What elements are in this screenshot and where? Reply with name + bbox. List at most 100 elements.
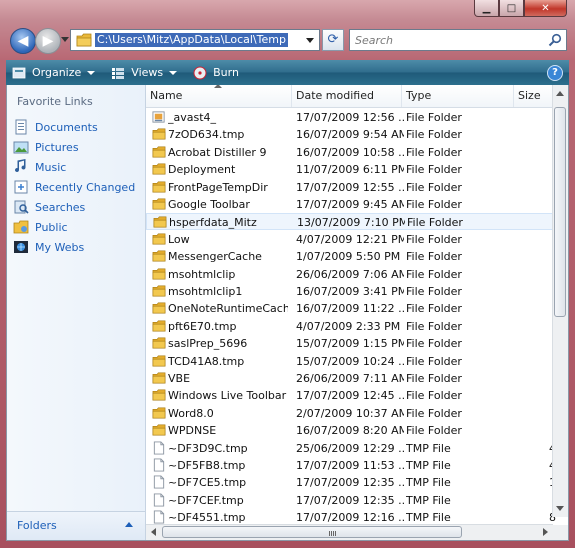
- maximize-button[interactable]: □: [499, 0, 524, 17]
- search-input[interactable]: Search: [349, 29, 567, 51]
- nav-item-music[interactable]: Music: [13, 157, 135, 177]
- scroll-left-icon[interactable]: [151, 528, 156, 536]
- file-row[interactable]: 7zOD634.tmp 16/07/2009 9:54 AM File Folder: [146, 126, 556, 143]
- file-name: ~DF7CE5.tmp: [168, 476, 247, 490]
- column-header-type[interactable]: Type: [402, 85, 514, 107]
- folder-icon: [76, 33, 92, 47]
- folder-icon: [152, 372, 166, 384]
- nav-item-public[interactable]: Public: [13, 217, 135, 237]
- file-row[interactable]: OneNoteRuntimeCache 16/07/2009 11:22 ... F…: [146, 300, 556, 317]
- file-type: File Folder: [406, 319, 462, 333]
- file-row[interactable]: pft6E70.tmp 4/07/2009 2:33 PM File Folder: [146, 318, 556, 335]
- file-row[interactable]: ~DF7CEF.tmp 17/07/2009 12:35 ... TMP File: [146, 492, 556, 509]
- burn-button[interactable]: Burn: [187, 60, 245, 85]
- address-path[interactable]: C:\Users\Mitz\AppData\Local\Temp: [95, 33, 288, 47]
- folder-icon: [152, 389, 166, 401]
- folder-icon: [152, 285, 166, 297]
- folder-icon: [152, 268, 166, 280]
- file-name: Windows Live Toolbar: [168, 389, 287, 403]
- scroll-right-icon[interactable]: [543, 528, 548, 536]
- file-size: 1: [522, 475, 556, 491]
- file-row[interactable]: msohtmlclip 26/06/2009 7:06 AM File Folder: [146, 266, 556, 283]
- file-row[interactable]: VBE 26/06/2009 7:11 AM File Folder: [146, 370, 556, 387]
- back-button[interactable]: ◀: [10, 28, 36, 54]
- vertical-scroll-thumb[interactable]: [554, 107, 566, 317]
- file-row[interactable]: FrontPageTempDir 17/07/2009 12:55 ... File…: [146, 179, 556, 196]
- search-icon[interactable]: [548, 33, 562, 47]
- minimize-button[interactable]: ▁: [474, 0, 499, 17]
- file-row[interactable]: Google Toolbar 17/07/2009 9:45 AM File Fol…: [146, 196, 556, 213]
- file-row[interactable]: Acrobat Distiller 9 16/07/2009 10:58 ... F…: [146, 144, 556, 161]
- scroll-up-icon[interactable]: [556, 91, 564, 96]
- nav-item-documents[interactable]: Documents: [13, 117, 135, 137]
- file-type: File Folder: [406, 372, 462, 385]
- file-type: File Folder: [407, 216, 463, 230]
- column-header-date[interactable]: Date modified: [292, 85, 402, 107]
- views-label: Views: [131, 66, 164, 79]
- file-row[interactable]: ~DF3D9C.tmp 25/06/2009 12:29 ...TMP File 4: [146, 440, 556, 457]
- file-row[interactable]: saslPrep_5696 15/07/2009 1:15 PM File Fold…: [146, 335, 556, 352]
- file-date-modified: 16/07/2009 10:58 ...: [296, 145, 404, 159]
- file-size: [522, 336, 556, 352]
- refresh-button[interactable]: ⟳: [322, 29, 344, 51]
- address-dropdown-button[interactable]: [302, 31, 318, 49]
- file-name: OneNoteRuntimeCache: [168, 302, 288, 316]
- nav-item-my-webs[interactable]: My Webs: [13, 237, 135, 257]
- folder-icon: [152, 302, 166, 314]
- file-row[interactable]: TCD41A8.tmp 15/07/2009 10:24 ... File Fold…: [146, 353, 556, 370]
- my-webs-icon: [14, 241, 28, 253]
- file-name: hsperfdata_Mitz: [169, 216, 257, 230]
- file-size: [522, 354, 556, 370]
- folder-icon: [152, 128, 166, 140]
- file-size: [522, 284, 556, 300]
- file-row[interactable]: Deployment 11/07/2009 6:11 PM File Folder: [146, 161, 556, 178]
- favorite-links-list: Documents Pictures Music Recently Change…: [13, 117, 135, 257]
- file-size: [522, 180, 556, 196]
- file-type: TMP File: [406, 459, 451, 472]
- close-button[interactable]: ✕: [524, 0, 567, 17]
- folders-toggle[interactable]: Folders: [7, 511, 145, 540]
- file-name: 7zOD634.tmp: [168, 128, 245, 142]
- file-name: TCD41A8.tmp: [168, 354, 245, 368]
- folder-icon: [152, 198, 166, 210]
- file-row[interactable]: ~DF7CE5.tmp 17/07/2009 12:35 ...TMP File 1: [146, 474, 556, 491]
- file-date-modified: 17/07/2009 12:45 ...: [296, 389, 404, 403]
- file-date-modified: 15/07/2009 1:15 PM: [296, 337, 404, 351]
- file-name: _avast4_: [168, 111, 217, 124]
- chevron-down-icon: [169, 70, 178, 75]
- nav-item-label: Music: [35, 160, 67, 174]
- recent-pages-dropdown[interactable]: [61, 37, 69, 42]
- vertical-scrollbar[interactable]: [552, 85, 568, 517]
- file-row[interactable]: WPDNSE 16/07/2009 8:20 AM File Folder: [146, 422, 556, 439]
- views-button[interactable]: Views: [105, 60, 183, 85]
- horizontal-scroll-thumb[interactable]: [162, 526, 462, 538]
- scroll-down-icon[interactable]: [556, 506, 564, 511]
- column-header-name[interactable]: Name: [146, 85, 292, 107]
- favorite-links-heading: Favorite Links: [17, 95, 93, 108]
- file-row[interactable]: Windows Live Toolbar 17/07/2009 12:45 ...…: [146, 387, 556, 404]
- nav-item-searches[interactable]: Searches: [13, 197, 135, 217]
- file-row[interactable]: MessengerCache 1/07/2009 5:50 PM File Fold…: [146, 248, 556, 265]
- file-type: TMP File: [406, 493, 451, 507]
- organize-button[interactable]: Organize: [6, 60, 101, 85]
- column-header-size[interactable]: Size: [514, 85, 556, 107]
- nav-item-pictures[interactable]: Pictures: [13, 137, 135, 157]
- folder-icon: [152, 146, 166, 158]
- address-bar[interactable]: C:\Users\Mitz\AppData\Local\Temp: [70, 29, 320, 51]
- file-row[interactable]: Low 4/07/2009 12:21 PM File Folder: [146, 231, 556, 248]
- file-row[interactable]: hsperfdata_Mitz 13/07/2009 7:10 PM File Fo…: [146, 213, 556, 231]
- search-placeholder: Search: [355, 34, 394, 47]
- nav-item-recently-changed[interactable]: Recently Changed: [13, 177, 135, 197]
- help-button[interactable]: ?: [547, 65, 563, 81]
- file-icon: [153, 441, 165, 455]
- file-date-modified: 11/07/2009 6:11 PM: [296, 163, 404, 177]
- horizontal-scrollbar[interactable]: [146, 524, 553, 540]
- file-type: File Folder: [406, 232, 462, 246]
- file-row[interactable]: msohtmlclip1 16/07/2009 3:41 PM File Folde…: [146, 283, 556, 300]
- forward-button[interactable]: ▶: [35, 28, 61, 54]
- file-row[interactable]: _avast4_ 17/07/2009 12:56 ... File Folder: [146, 109, 556, 126]
- column-header-label: Date modified: [296, 89, 374, 102]
- file-row[interactable]: ~DF5FB8.tmp 17/07/2009 11:53 ...TMP File 4: [146, 457, 556, 474]
- file-size: [522, 301, 556, 317]
- file-row[interactable]: Word8.0 2/07/2009 10:37 AM File Folder: [146, 405, 556, 422]
